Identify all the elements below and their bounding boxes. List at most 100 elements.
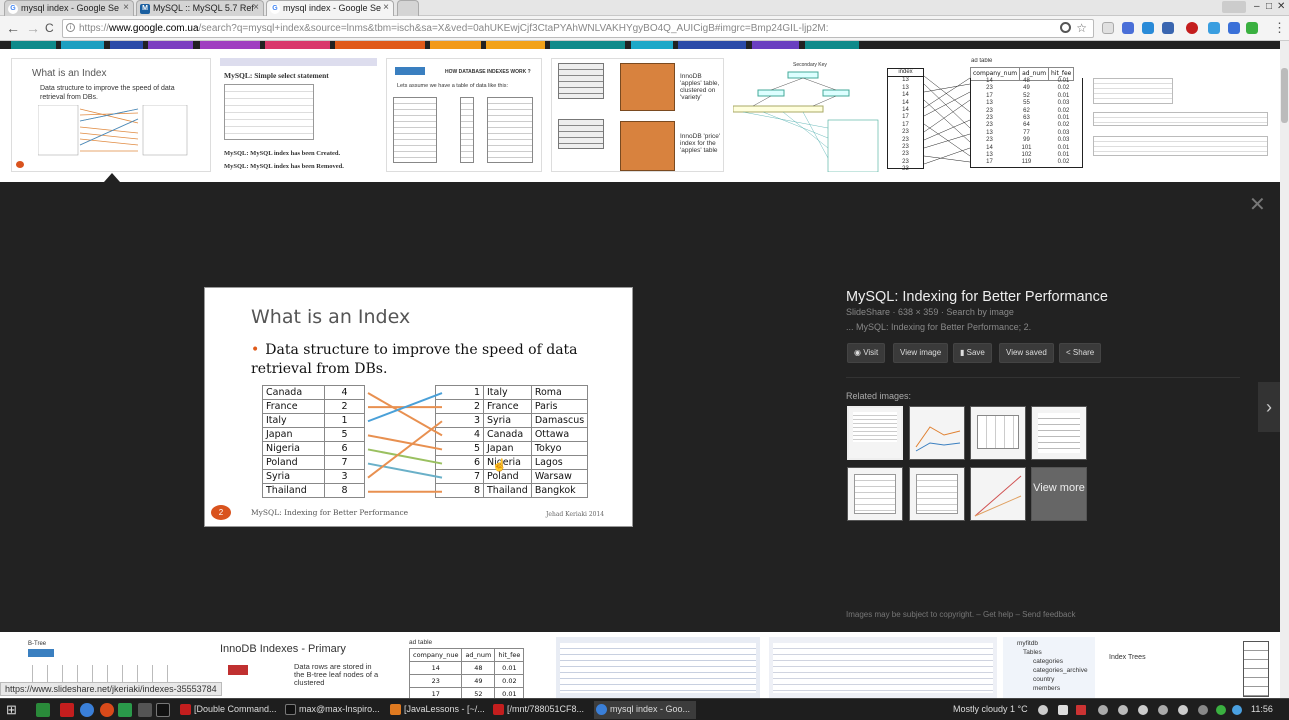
task-double-commander[interactable]: [Double Command... bbox=[178, 701, 280, 719]
visit-button[interactable]: ◉ Visit bbox=[847, 343, 886, 363]
share-button[interactable]: < Share bbox=[1059, 343, 1102, 363]
minimize-button[interactable]: – bbox=[1254, 1, 1260, 12]
image-title-link[interactable]: MySQL: Indexing for Better Performance bbox=[846, 289, 1108, 305]
extension-skype-icon[interactable] bbox=[1162, 22, 1174, 34]
terminal-icon[interactable] bbox=[156, 703, 170, 717]
firefox-icon[interactable] bbox=[100, 703, 114, 717]
page-scrollbar[interactable] bbox=[1280, 41, 1289, 698]
color-chip[interactable] bbox=[550, 41, 625, 49]
next-image-button[interactable]: › bbox=[1258, 382, 1280, 432]
us-flag-icon[interactable] bbox=[1076, 705, 1086, 715]
save-button[interactable]: ▮ Save bbox=[953, 343, 992, 363]
extension-green-icon[interactable] bbox=[1246, 22, 1258, 34]
color-chip[interactable] bbox=[110, 41, 143, 49]
tray-blue-icon[interactable] bbox=[1232, 705, 1242, 715]
related-image-4[interactable] bbox=[1031, 406, 1087, 460]
result-thumb-index-trees[interactable]: Index Trees bbox=[1103, 637, 1275, 698]
close-tab-icon[interactable]: × bbox=[383, 2, 389, 13]
source-name[interactable]: SlideShare bbox=[846, 307, 890, 317]
new-tab-button[interactable] bbox=[397, 0, 419, 16]
location-icon[interactable] bbox=[1060, 22, 1071, 33]
color-chip[interactable] bbox=[335, 41, 425, 49]
result-thumb-how-indexes-work[interactable]: HOW DATABASE INDEXES WORK ? Lets assume … bbox=[386, 58, 542, 172]
power-icon[interactable] bbox=[1138, 705, 1148, 715]
related-image-2[interactable] bbox=[909, 406, 965, 460]
result-thumb-ad-table[interactable]: ad table company_nue ad_num hit_fee 14 48 0.0… bbox=[405, 637, 535, 698]
result-thumb-secondary-key[interactable]: Secondary Key bbox=[733, 58, 879, 172]
close-window-button[interactable]: ✕ bbox=[1277, 1, 1285, 12]
related-image-7[interactable] bbox=[970, 467, 1026, 521]
menu-kebab-icon[interactable]: ⋮ bbox=[1273, 20, 1286, 36]
task-terminal[interactable]: max@max-Inspiro... bbox=[283, 701, 385, 719]
close-tab-icon[interactable]: × bbox=[253, 2, 259, 13]
get-help-link[interactable]: Get help bbox=[983, 610, 1013, 619]
result-thumb-explain-output[interactable] bbox=[1093, 58, 1273, 172]
chrome-icon[interactable] bbox=[80, 703, 94, 717]
task-java-lessons[interactable]: [JavaLessons - [~/... bbox=[388, 701, 488, 719]
close-tab-icon[interactable]: × bbox=[123, 2, 129, 13]
back-button[interactable]: ← bbox=[6, 20, 20, 36]
result-thumb-db-tree[interactable]: myfitdb Tables categories categories_arc… bbox=[1003, 637, 1095, 698]
view-image-button[interactable]: View image bbox=[893, 343, 949, 363]
task-mnt-folder[interactable]: [/mnt/788051CF8... bbox=[491, 701, 591, 719]
android-studio-icon[interactable] bbox=[118, 703, 132, 717]
start-menu-icon[interactable]: ⊞ bbox=[6, 703, 20, 717]
app-x-icon[interactable] bbox=[60, 703, 74, 717]
volume-icon[interactable] bbox=[1118, 705, 1128, 715]
result-thumb-what-is-index[interactable]: What is an Index Data structure to impro… bbox=[11, 58, 211, 172]
color-chip[interactable] bbox=[148, 41, 193, 49]
extension-blue-icon[interactable] bbox=[1122, 22, 1134, 34]
tab-google-search-1[interactable]: G mysql index - Google Se × bbox=[4, 0, 134, 16]
related-image-3[interactable] bbox=[970, 406, 1026, 460]
search-by-image-link[interactable]: Search by image bbox=[946, 307, 1014, 317]
color-chip[interactable] bbox=[265, 41, 330, 49]
related-image-6[interactable] bbox=[909, 467, 965, 521]
result-thumb-innodb-clustered[interactable]: InnoDB 'apples' table, clustered on 'var… bbox=[551, 58, 724, 172]
color-chip[interactable] bbox=[678, 41, 746, 49]
related-image-5[interactable] bbox=[847, 467, 903, 521]
tray-green-icon[interactable] bbox=[1216, 705, 1226, 715]
extension-puzzle-icon[interactable] bbox=[1142, 22, 1154, 34]
app-icon[interactable] bbox=[138, 703, 152, 717]
result-thumb-simple-select[interactable]: MySQL: Simple select statement MySQL: My… bbox=[220, 58, 377, 172]
color-chip[interactable] bbox=[805, 41, 859, 49]
color-chip[interactable] bbox=[631, 41, 673, 49]
color-chip[interactable] bbox=[486, 41, 545, 49]
related-image-1[interactable] bbox=[847, 406, 903, 460]
bookmark-star-icon[interactable]: ☆ bbox=[1076, 21, 1087, 35]
task-chrome-mysql-index[interactable]: mysql index - Goo... bbox=[594, 701, 696, 719]
tab-google-search-active[interactable]: G mysql index - Google Se × bbox=[266, 0, 394, 16]
scrollbar-thumb[interactable] bbox=[1281, 68, 1288, 123]
extension-red-icon[interactable] bbox=[1186, 22, 1198, 34]
extension-shield-icon[interactable] bbox=[1102, 22, 1114, 34]
result-thumb-index-ad-table[interactable]: ad table index 13 13 14 14 14 17 17 23 23 23 23 23 2… bbox=[887, 58, 1084, 172]
color-chip[interactable] bbox=[61, 41, 104, 49]
tray-icon[interactable] bbox=[1198, 705, 1208, 715]
notification-icon[interactable] bbox=[1178, 705, 1188, 715]
color-chip[interactable] bbox=[430, 41, 481, 49]
files-icon[interactable] bbox=[36, 703, 50, 717]
view-saved-button[interactable]: View saved bbox=[999, 343, 1054, 363]
maximize-button[interactable]: □ bbox=[1266, 1, 1272, 12]
tray-icon[interactable] bbox=[1158, 705, 1168, 715]
color-chip[interactable] bbox=[752, 41, 799, 49]
color-chip[interactable] bbox=[200, 41, 260, 49]
info-icon[interactable]: i bbox=[66, 23, 75, 32]
tab-mysql-reference[interactable]: M MySQL :: MySQL 5.7 Ref × bbox=[136, 0, 264, 16]
close-preview-button[interactable]: ✕ bbox=[1249, 192, 1266, 217]
network-icon[interactable] bbox=[1098, 705, 1108, 715]
send-feedback-link[interactable]: Send feedback bbox=[1022, 610, 1075, 619]
url-input[interactable]: i https://www.google.com.ua/search?q=mys… bbox=[62, 19, 1094, 38]
weather-icon[interactable] bbox=[1038, 705, 1048, 715]
view-more-button[interactable]: View more bbox=[1031, 467, 1087, 521]
color-chip[interactable] bbox=[11, 41, 56, 49]
result-thumb-workbench[interactable] bbox=[556, 637, 760, 698]
result-thumb-phpmyadmin[interactable] bbox=[769, 637, 997, 698]
extension-dictionary-icon[interactable] bbox=[1228, 22, 1240, 34]
reload-button[interactable]: C bbox=[45, 20, 54, 36]
forward-button[interactable]: → bbox=[26, 20, 40, 36]
profile-button[interactable] bbox=[1222, 1, 1246, 13]
extension-translate-icon[interactable] bbox=[1208, 22, 1220, 34]
battery-icon[interactable] bbox=[1058, 705, 1068, 715]
weather-status[interactable]: Mostly cloudy 1 °C bbox=[953, 704, 1028, 714]
